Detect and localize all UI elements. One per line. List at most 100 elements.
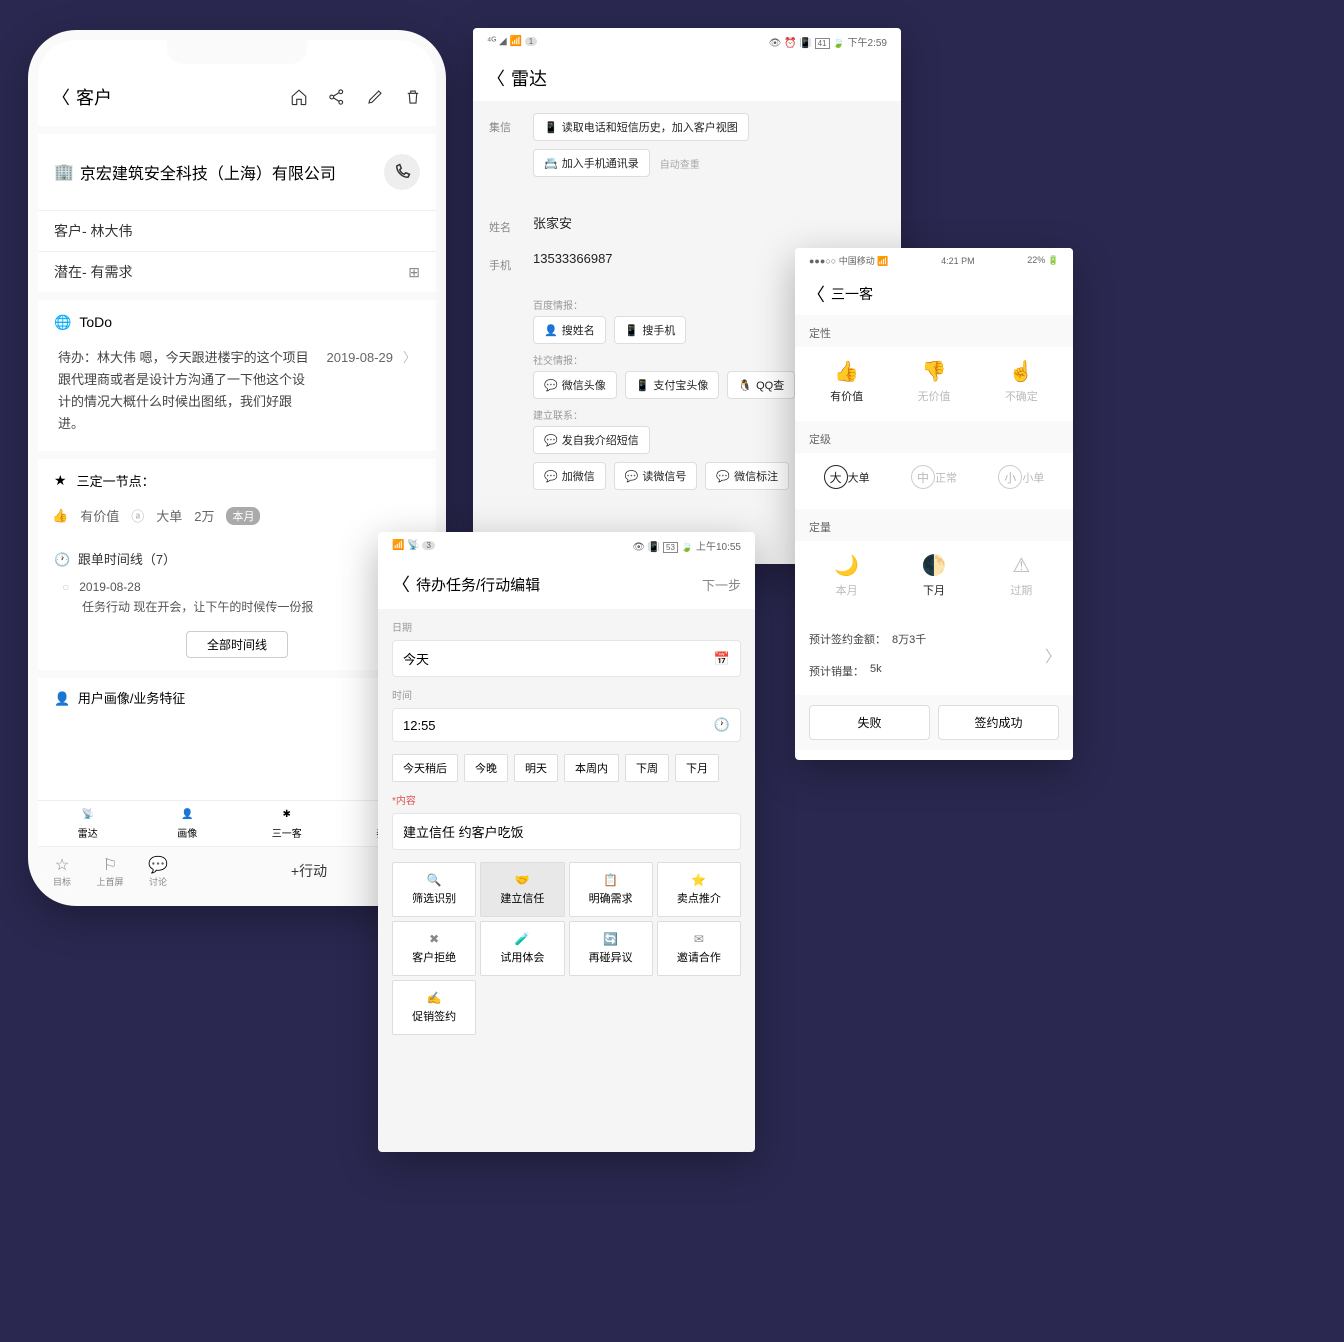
home-icon[interactable] (290, 88, 308, 106)
hand-icon: ☝ (978, 359, 1065, 383)
qr-icon[interactable]: ⊞ (408, 264, 420, 281)
search-name-button[interactable]: 👤搜姓名 (533, 316, 606, 344)
content-input[interactable]: 建立信任 约客户吃饭 (392, 813, 741, 850)
qq-icon: 🐧 (738, 379, 752, 392)
status-time: 上午10:55 (696, 542, 741, 553)
add-wechat-button[interactable]: 💬加微信 (533, 462, 606, 490)
company-row: 🏢 京宏建筑安全科技（上海）有限公司 (38, 134, 436, 210)
battery-icon: 🔋 (1048, 255, 1059, 265)
sys-target[interactable]: ☆目标 (38, 847, 86, 896)
sanding-title: 三定一节点： (77, 471, 155, 490)
dingxing-title: 定性 (795, 315, 1073, 347)
share-icon[interactable] (328, 88, 346, 106)
thumb-up-icon: 👍 (52, 508, 68, 524)
timeline-date: 2019-08-28 (79, 580, 140, 594)
time-label: 时间 (378, 683, 755, 702)
action-objection[interactable]: 🔄再碰异议 (569, 921, 653, 976)
date-input[interactable]: 今天 📅 (392, 640, 741, 677)
todo-section-header: 🌐 ToDo (38, 292, 436, 339)
read-wechat-button[interactable]: 💬读微信号 (614, 462, 698, 490)
back-icon[interactable]: 〈 (52, 84, 70, 110)
sys-discuss[interactable]: 💬讨论 (134, 847, 182, 896)
chevron-right-icon[interactable]: 〉 (1045, 643, 1061, 667)
tag-dadan: 大单 (156, 506, 182, 525)
sys-home[interactable]: ⚐上首屏 (86, 847, 134, 896)
dingxing-options: 👍有价值 👎无价值 ☝不确定 (795, 347, 1073, 421)
filter-icon: 🔍 (427, 873, 442, 887)
todo-item[interactable]: 待办：林大伟 嗯，今天跟进楼宇的这个项目跟代理商或者是设计方沟通了一下他这个设计… (38, 339, 436, 451)
option-small[interactable]: 小小单 (978, 465, 1065, 493)
tab-sanyike[interactable]: ✱三一客 (237, 801, 337, 848)
circle-xiao-icon: 小 (998, 465, 1022, 489)
time-input[interactable]: 12:55 🕐 (392, 708, 741, 742)
page-title: 雷达 (511, 65, 887, 91)
option-thismonth[interactable]: 🌙本月 (803, 553, 890, 599)
est-amount-row: 预计签约金额：8万3千 (795, 623, 1073, 655)
all-timeline-button[interactable]: 全部时间线 (186, 631, 288, 658)
wechat-avatar-button[interactable]: 💬微信头像 (533, 371, 617, 399)
auto-dedupe-label: 自动查重 (660, 156, 700, 171)
tab-radar[interactable]: 📡雷达 (38, 801, 138, 848)
fail-button[interactable]: 失败 (809, 705, 930, 740)
action-need[interactable]: 📋明确需求 (569, 862, 653, 917)
phone-icon: 📱 (625, 324, 639, 337)
quick-nextmonth[interactable]: 下月 (675, 754, 719, 782)
quick-tonight[interactable]: 今晚 (464, 754, 508, 782)
circle-da-icon: 大 (824, 465, 848, 489)
profile-header: 👤 用户画像/业务特征 (38, 670, 436, 707)
quick-thisweek[interactable]: 本周内 (564, 754, 619, 782)
option-worthless[interactable]: 👎无价值 (890, 359, 977, 405)
option-overdue[interactable]: ⚠过期 (978, 553, 1065, 599)
back-icon[interactable]: 〈 (487, 65, 505, 91)
quick-nextweek[interactable]: 下周 (625, 754, 669, 782)
option-normal[interactable]: 中正常 (890, 465, 977, 493)
quick-tomorrow[interactable]: 明天 (514, 754, 558, 782)
action-sell[interactable]: ⭐卖点推介 (657, 862, 741, 917)
mark-wechat-button[interactable]: 💬微信标注 (705, 462, 789, 490)
action-trial[interactable]: 🧪试用体会 (480, 921, 564, 976)
option-nextmonth[interactable]: 🌓下月 (890, 553, 977, 599)
tag-value: 有价值 (80, 506, 119, 525)
back-icon[interactable]: 〈 (807, 281, 825, 307)
status-bar: ●●●○○ 中国移动 📶 4:21 PM 22% 🔋 (795, 248, 1073, 273)
jixin-label: 集信 (489, 113, 519, 135)
option-big[interactable]: 大大单 (803, 465, 890, 493)
dingliang-title: 定量 (795, 509, 1073, 541)
clock-icon: 🕐 (714, 717, 730, 733)
tag-amount: 2万 (194, 506, 214, 525)
name-value: 张家安 (533, 213, 885, 232)
back-icon[interactable]: 〈 (392, 571, 410, 597)
wechat-icon: 💬 (625, 470, 639, 483)
action-trust[interactable]: 🤝建立信任 (480, 862, 564, 917)
phone-sanyike: ●●●○○ 中国移动 📶 4:21 PM 22% 🔋 〈 三一客 定性 👍有价值… (795, 248, 1073, 760)
tab-profile[interactable]: 👤画像 (138, 801, 238, 848)
success-button[interactable]: 签约成功 (938, 705, 1059, 740)
option-valuable[interactable]: 👍有价值 (803, 359, 890, 405)
add-contacts-button[interactable]: 📇加入手机通讯录 (533, 149, 650, 177)
action-filter[interactable]: 🔍筛选识别 (392, 862, 476, 917)
tag-month: 本月 (226, 507, 260, 525)
moon-icon: 🌙 (803, 553, 890, 577)
todo-date: 2019-08-29 (326, 347, 393, 369)
next-button[interactable]: 下一步 (702, 575, 741, 594)
read-history-button[interactable]: 📱读取电话和短信历史，加入客户视图 (533, 113, 749, 141)
delete-icon[interactable] (404, 88, 422, 106)
option-unsure[interactable]: ☝不确定 (978, 359, 1065, 405)
status-icons: 👁 📳 53 🍃 (632, 542, 693, 553)
quick-later[interactable]: 今天稍后 (392, 754, 458, 782)
chevron-right-icon: 〉 (403, 347, 416, 369)
edit-icon[interactable] (366, 88, 384, 106)
alipay-avatar-button[interactable]: 📱支付宝头像 (625, 371, 720, 399)
search-phone-button[interactable]: 📱搜手机 (614, 316, 687, 344)
pen-icon: ✍ (427, 991, 442, 1005)
qq-search-button[interactable]: 🐧QQ查 (727, 371, 795, 399)
action-sign[interactable]: ✍促销签约 (392, 980, 476, 1035)
sanding-row: ★ 三定一节点： (38, 451, 436, 502)
call-button[interactable] (384, 154, 420, 190)
asterisk-icon: ✱ (278, 809, 296, 823)
circle-da-icon: ⓐ (131, 506, 144, 525)
send-sms-button[interactable]: 💬发自我介绍短信 (533, 426, 650, 454)
action-invite[interactable]: ✉邀请合作 (657, 921, 741, 976)
action-reject[interactable]: ✖客户拒绝 (392, 921, 476, 976)
name-label: 姓名 (489, 213, 519, 235)
